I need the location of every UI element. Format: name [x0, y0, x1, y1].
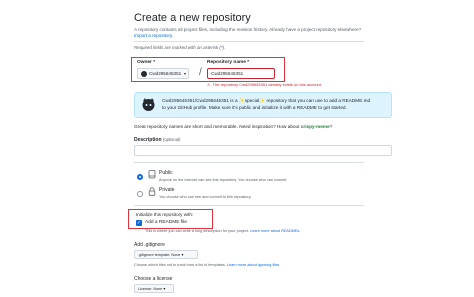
owner-avatar	[141, 70, 147, 77]
private-title: Private	[159, 187, 175, 193]
suggestion-suffix: ?	[329, 124, 333, 129]
public-desc: Anyone on the internet can see this repo…	[159, 178, 288, 182]
license-dropdown[interactable]: License: None ▾	[134, 284, 174, 293]
repo-icon	[148, 170, 156, 179]
special-info-line1: Cwd295645351/Cwd295645351 is a ✨special✨…	[162, 98, 371, 103]
suggestion-prefix: Great repository names are short and mem…	[134, 124, 300, 129]
alert-icon: ⚠	[207, 82, 211, 87]
page-subtitle: A repository contains all project files,…	[134, 27, 362, 32]
public-radio[interactable]	[137, 174, 143, 180]
private-desc: You choose who can see and commit to thi…	[159, 195, 252, 199]
repo-name-input[interactable]: Cwd295645351	[207, 68, 275, 79]
license-label: Choose a license	[134, 276, 173, 282]
divider	[134, 205, 364, 206]
initialize-title: Initialize this repository with:	[136, 212, 194, 217]
gitignore-label: Add .gitignore	[134, 242, 165, 248]
readme-desc: This is where you can write a long descr…	[145, 229, 300, 233]
lock-icon	[148, 187, 156, 196]
page-title: Create a new repository	[134, 12, 251, 24]
gitignore-dropdown[interactable]: .gitignore template: None ▾	[134, 250, 198, 259]
gitignore-desc-text: Choose which files not to track from a l…	[134, 263, 226, 267]
owner-select[interactable]: Cwd295645351 ▾	[137, 68, 189, 79]
private-radio[interactable]	[137, 191, 143, 197]
name-suggestion: Great repository names are short and mem…	[134, 124, 332, 129]
readme-learn-more-link[interactable]: Learn more about READMEs.	[250, 229, 300, 233]
required-note: Required fields are marked with an aster…	[134, 45, 226, 50]
divider	[134, 41, 364, 42]
public-title: Public	[159, 170, 173, 176]
description-label: Description (optional)	[134, 137, 180, 143]
owner-value: Cwd295645351	[149, 71, 182, 76]
import-repository-link[interactable]: Import a repository.	[134, 33, 173, 38]
description-input[interactable]	[134, 145, 392, 156]
gitignore-desc: Choose which files not to track from a l…	[134, 263, 280, 267]
description-optional: (optional)	[162, 137, 181, 142]
divider	[134, 162, 364, 163]
gitignore-learn-more-link[interactable]: Learn more about ignoring files.	[227, 263, 280, 267]
description-label-text: Description	[134, 137, 162, 143]
special-info-line2: to your GitHub profile. Make sure it's p…	[162, 105, 347, 110]
chevron-down-icon: ▾	[183, 71, 186, 76]
repo-name-error-text: The repository Cwd295645351 already exis…	[212, 82, 322, 87]
repo-name-error: ⚠ The repository Cwd295645351 already ex…	[207, 82, 322, 87]
repo-name-label: Repository name *	[207, 60, 250, 65]
readme-desc-text: This is where you can write a long descr…	[145, 229, 250, 233]
octocat-icon	[142, 98, 155, 111]
readme-checkbox-label[interactable]: Add a README file	[145, 220, 187, 225]
special-info-text: Cwd295645351/Cwd295645351 is a ✨special✨…	[162, 97, 370, 111]
suggestion-name[interactable]: crispy-meme	[301, 124, 330, 129]
readme-checkbox[interactable]: ✓	[136, 220, 142, 226]
owner-label: Owner *	[137, 60, 156, 65]
slash-separator: /	[199, 67, 202, 78]
